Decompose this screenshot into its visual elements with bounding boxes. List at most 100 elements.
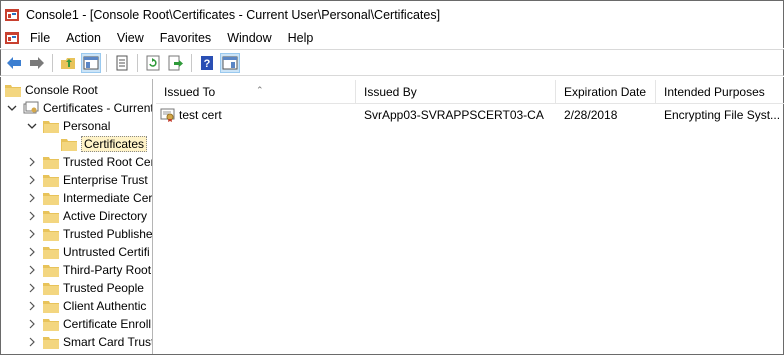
chevron-right-icon[interactable] — [25, 317, 39, 331]
tree-item-intermediate[interactable]: Intermediate Cer — [25, 189, 152, 207]
menu-view[interactable]: View — [109, 28, 152, 48]
mmc-app-icon[interactable] — [4, 7, 20, 23]
chevron-right-icon[interactable] — [25, 191, 39, 205]
refresh-button[interactable] — [143, 53, 163, 73]
cell-issued-by: SvrApp03-SVRAPPSCERT03-CA — [364, 108, 544, 122]
folder-open-icon — [61, 139, 77, 151]
menu-help[interactable]: Help — [280, 28, 322, 48]
folder-open-icon — [43, 121, 59, 133]
tree-item-client-authentication[interactable]: Client Authentic — [25, 297, 146, 315]
table-row[interactable]: test cert SvrApp03-SVRAPPSCERT03-CA 2/28… — [156, 106, 784, 124]
tree-item-label: Intermediate Cer — [63, 191, 153, 205]
tree-item-label: Personal — [63, 119, 111, 133]
content-area: Console Root Certificates - Current Pers… — [0, 77, 784, 355]
toolbar-separator — [106, 53, 107, 72]
menu-favorites[interactable]: Favorites — [152, 28, 219, 48]
help-icon: ? — [201, 55, 213, 70]
chevron-right-icon[interactable] — [25, 263, 39, 277]
tree-item-label: Trusted People — [63, 281, 144, 295]
chevron-down-icon[interactable] — [25, 119, 39, 133]
tree-item-trusted-root[interactable]: Trusted Root Cer — [25, 153, 153, 171]
tree-item-personal[interactable]: Personal — [25, 117, 110, 135]
result-list[interactable]: Issued To ⌃ Issued By Expiration Date In… — [156, 77, 784, 354]
tree-item-trusted-publishers[interactable]: Trusted Publishe — [25, 225, 153, 243]
chevron-down-icon[interactable] — [5, 101, 19, 115]
up-folder-icon — [61, 57, 75, 69]
console-tree[interactable]: Console Root Certificates - Current Pers… — [1, 79, 153, 354]
title-bar: Console1 - [Console Root\Certificates - … — [0, 0, 784, 28]
document-window-icon[interactable] — [4, 30, 20, 46]
tree-item-label: Trusted Root Cer — [63, 155, 153, 169]
chevron-right-icon[interactable] — [25, 227, 39, 241]
chevron-right-icon[interactable] — [25, 335, 39, 349]
chevron-right-icon[interactable] — [25, 173, 39, 187]
certificate-icon — [160, 108, 175, 122]
tree-item-smart-card-trusted[interactable]: Smart Card Trust — [25, 333, 153, 351]
export-icon — [168, 55, 183, 70]
folder-icon — [43, 157, 59, 169]
tree-item-untrusted[interactable]: Untrusted Certifi — [25, 243, 150, 261]
toolbar-separator — [137, 53, 138, 72]
tree-item-label: Console Root — [25, 83, 98, 97]
tree-item-label: Active Directory — [63, 209, 148, 223]
tree-item-label: Enterprise Trust — [63, 173, 148, 187]
tree-item-enterprise-trust[interactable]: Enterprise Trust — [25, 171, 148, 189]
folder-icon — [43, 175, 59, 187]
tree-item-trusted-people[interactable]: Trusted People — [25, 279, 144, 297]
show-hide-tree-icon — [83, 56, 99, 69]
folder-icon — [43, 319, 59, 331]
list-header: Issued To ⌃ Issued By Expiration Date In… — [156, 80, 784, 104]
menu-window[interactable]: Window — [219, 28, 279, 48]
tree-item-label: Certificates - Current — [43, 101, 153, 115]
chevron-right-icon[interactable] — [25, 209, 39, 223]
tree-item-active-directory[interactable]: Active Directory — [25, 207, 147, 225]
toolbar-separator — [191, 53, 192, 72]
tree-item-certificates-current-user[interactable]: Certificates - Current — [5, 99, 153, 117]
toolbar-separator — [52, 53, 53, 72]
tree-item-certificate-enrollment[interactable]: Certificate Enroll — [25, 315, 151, 333]
folder-icon — [43, 193, 59, 205]
tree-item-label: Untrusted Certifi — [63, 245, 150, 259]
tree-item-certificates-selected[interactable]: Certificates — [61, 135, 148, 153]
back-icon — [7, 56, 21, 69]
column-label: Intended Purposes — [664, 85, 765, 99]
help-button[interactable]: ? — [197, 53, 217, 73]
svg-text:?: ? — [204, 58, 211, 70]
column-issued-to[interactable]: Issued To ⌃ — [156, 80, 356, 104]
properties-button[interactable] — [112, 53, 132, 73]
back-button[interactable] — [4, 53, 24, 73]
folder-icon — [43, 247, 59, 259]
chevron-right-icon[interactable] — [25, 245, 39, 259]
menu-action[interactable]: Action — [58, 28, 109, 48]
folder-icon — [43, 337, 59, 349]
export-list-button[interactable] — [166, 53, 186, 73]
column-label: Issued By — [364, 85, 417, 99]
forward-button[interactable] — [27, 53, 47, 73]
refresh-icon — [146, 55, 160, 70]
tree-item-label: Smart Card Trust — [63, 335, 153, 349]
folder-icon — [43, 211, 59, 223]
show-hide-action-pane-button[interactable] — [220, 52, 240, 73]
tree-item-label: Trusted Publishe — [63, 227, 153, 241]
toolbar: ? — [0, 49, 784, 76]
column-expiration-date[interactable]: Expiration Date — [556, 80, 656, 104]
column-issued-by[interactable]: Issued By — [356, 80, 556, 104]
forward-icon — [30, 56, 44, 69]
tree-item-console-root[interactable]: Console Root — [5, 81, 98, 99]
tree-item-label: Client Authentic — [63, 299, 147, 313]
cell-intended-purposes: Encrypting File Syst... — [664, 108, 781, 122]
menu-file[interactable]: File — [22, 28, 58, 48]
chevron-right-icon[interactable] — [25, 281, 39, 295]
up-one-level-button[interactable] — [58, 53, 78, 73]
folder-icon — [43, 265, 59, 277]
tree-item-label: Certificates — [81, 136, 148, 152]
tree-item-third-party-root[interactable]: Third-Party Root — [25, 261, 151, 279]
folder-icon — [43, 283, 59, 295]
cell-issued-to: test cert — [179, 108, 222, 122]
chevron-right-icon[interactable] — [25, 299, 39, 313]
tree-item-label: Third-Party Root — [63, 263, 152, 277]
chevron-right-icon[interactable] — [25, 155, 39, 169]
show-hide-console-tree-button[interactable] — [81, 52, 101, 73]
column-intended-purposes[interactable]: Intended Purposes — [656, 80, 784, 104]
tree-item-label: Certificate Enroll — [63, 317, 152, 331]
